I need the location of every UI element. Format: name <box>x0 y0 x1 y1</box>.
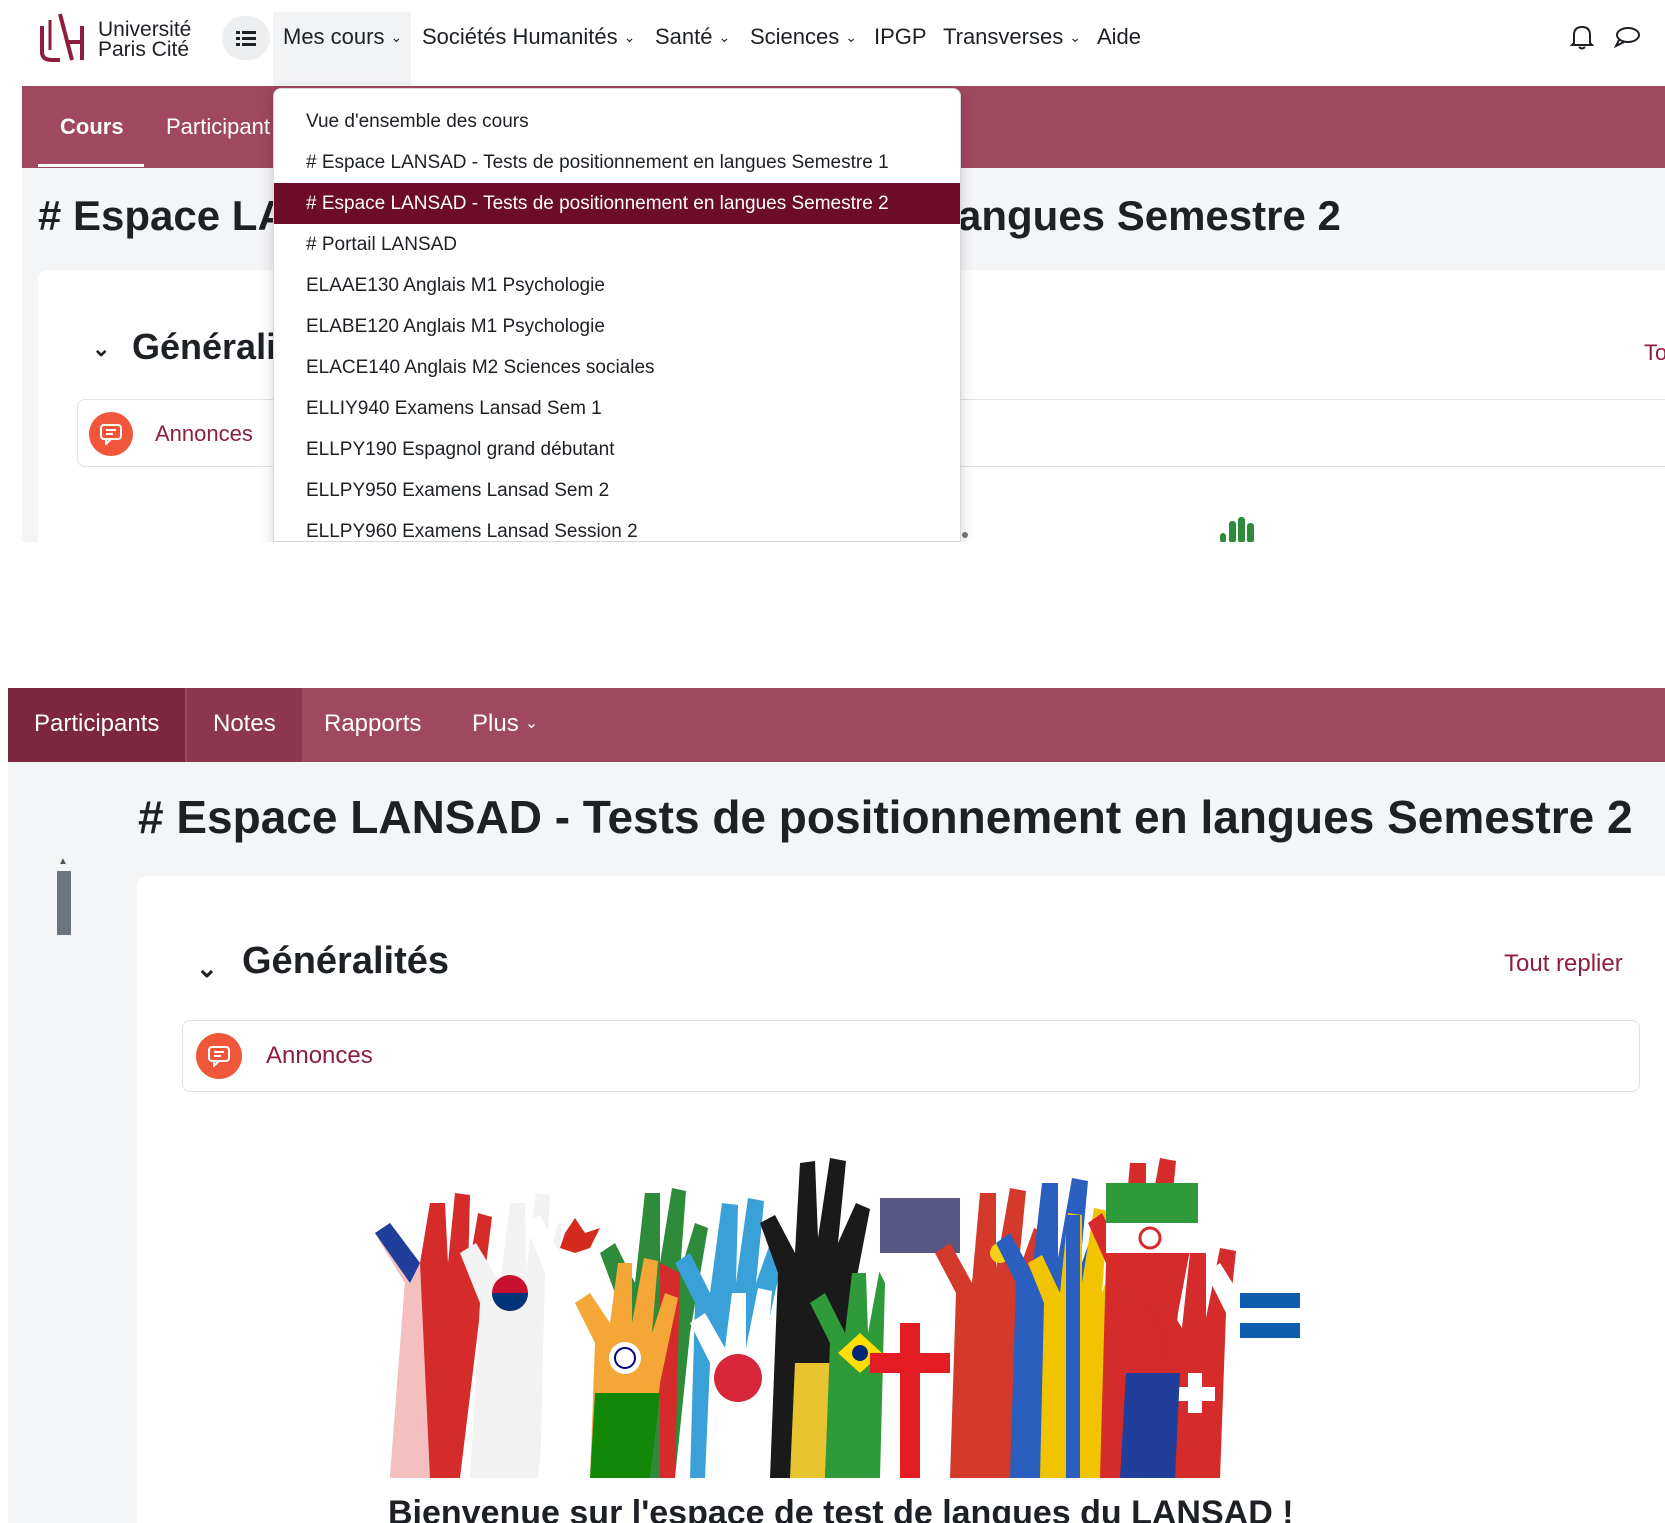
announcements-link[interactable]: Annonces <box>155 421 253 447</box>
primary-navbar: Université Paris Cité Mes cours ⌄ Société… <box>0 0 1665 86</box>
nav-label: Aide <box>1097 24 1142 49</box>
announcements-activity[interactable] <box>182 1020 1640 1092</box>
top-screenshot: Université Paris Cité Mes cours ⌄ Société… <box>0 0 1665 542</box>
chevron-down-icon: ⌄ <box>1069 29 1081 45</box>
dropdown-item[interactable]: Vue d'ensemble des cours <box>274 101 960 142</box>
collapse-chevron-icon[interactable]: ⌄ <box>92 336 110 362</box>
nav-transverses[interactable]: Transverses ⌄ <box>943 24 1081 50</box>
dropdown-item[interactable]: ELACE140 Anglais M2 Sciences sociales <box>274 347 960 388</box>
nav-sante[interactable]: Santé ⌄ <box>655 24 730 50</box>
logo-line-2: Paris Cité <box>98 38 190 61</box>
tab-plus[interactable]: Plus ⌄ <box>446 688 564 762</box>
nav-label: Mes cours <box>283 24 385 49</box>
logo-line-1: Université <box>98 18 192 41</box>
banner-fragment <box>962 532 968 538</box>
chevron-down-icon: ⌄ <box>845 29 858 45</box>
nav-aide[interactable]: Aide <box>1097 24 1141 50</box>
section-title: Généralités <box>242 940 449 982</box>
university-name: Université Paris Cité <box>98 18 192 61</box>
bell-icon[interactable] <box>1570 24 1594 50</box>
nav-sciences[interactable]: Sciences ⌄ <box>750 24 857 50</box>
tab-cours[interactable]: Cours <box>60 114 124 140</box>
dropdown-item[interactable]: ELAAE130 Anglais M1 Psychologie <box>274 265 960 306</box>
university-logo-icon[interactable] <box>38 12 88 62</box>
mes-cours-dropdown-menu: Vue d'ensemble des cours # Espace LANSAD… <box>273 88 961 542</box>
chevron-down-icon: ⌄ <box>718 29 731 45</box>
nav-mes-cours[interactable]: Mes cours ⌄ <box>283 24 402 50</box>
tab-rapports[interactable]: Rapports <box>298 688 447 762</box>
dropdown-item[interactable]: # Portail LANSAD <box>274 224 960 265</box>
banner-flag-hands-image <box>375 1158 1318 1478</box>
list-icon <box>236 31 256 46</box>
tab-notes[interactable]: Notes <box>187 688 302 762</box>
announcements-link[interactable]: Annonces <box>266 1042 373 1070</box>
tab-participants[interactable]: Participant <box>166 114 270 140</box>
chevron-down-icon: ⌄ <box>524 715 539 732</box>
nav-societes-humanites[interactable]: Sociétés Humanités ⌄ <box>422 24 635 50</box>
dropdown-item[interactable]: ELLIY940 Examens Lansad Sem 1 <box>274 388 960 429</box>
course-index-button[interactable] <box>222 16 270 60</box>
collapse-all-link-partial[interactable]: To <box>1644 340 1665 366</box>
welcome-heading: Bienvenue sur l'espace de test de langue… <box>388 1494 1294 1523</box>
tab-plus-label: Plus <box>472 710 519 737</box>
page-title: # Espace LANSAD - Tests de positionnemen… <box>138 791 1633 843</box>
dropdown-item[interactable]: ELLPY190 Espagnol grand débutant <box>274 429 960 470</box>
scrollbar-thumb[interactable] <box>57 871 71 935</box>
dropdown-item[interactable]: ELLPY950 Examens Lansad Sem 2 <box>274 470 960 511</box>
bottom-screenshot: Participants Notes Rapports Plus ⌄ ▲ # Es… <box>0 688 1665 1523</box>
nav-label: Sociétés Humanités <box>422 24 618 49</box>
nav-ipgp[interactable]: IPGP <box>874 24 927 50</box>
forum-icon <box>196 1033 242 1079</box>
chevron-down-icon: ⌄ <box>390 29 403 45</box>
nav-label: Transverses <box>943 24 1064 49</box>
nav-label: IPGP <box>874 24 927 49</box>
dropdown-item-active[interactable]: # Espace LANSAD - Tests de positionnemen… <box>274 183 960 224</box>
tab-participants[interactable]: Participants <box>8 688 186 762</box>
scroll-up-arrow-icon[interactable]: ▲ <box>58 856 68 867</box>
course-secondary-nav: Participants Notes Rapports Plus ⌄ <box>8 688 1665 762</box>
nav-label: Sciences <box>750 24 840 49</box>
dropdown-item[interactable]: # Espace LANSAD - Tests de positionnemen… <box>274 142 960 183</box>
nav-label: Santé <box>655 24 713 49</box>
chevron-down-icon: ⌄ <box>623 29 636 45</box>
page-title-partial-right: angues Semestre 2 <box>958 192 1341 239</box>
active-tab-underline <box>38 164 144 167</box>
dropdown-item[interactable]: ELABE120 Anglais M1 Psychologie <box>274 306 960 347</box>
forum-icon <box>89 412 133 456</box>
section-title-partial: Généralit <box>132 326 289 367</box>
dropdown-item[interactable]: ELLPY960 Examens Lansad Session 2 <box>274 511 960 541</box>
collapse-chevron-icon[interactable]: ⌄ <box>196 953 218 984</box>
page-title-partial-left: # Espace LA <box>38 192 288 239</box>
banner-image-partial <box>1220 517 1254 542</box>
message-icon[interactable] <box>1614 26 1640 48</box>
collapse-all-link[interactable]: Tout replier <box>1504 950 1623 978</box>
